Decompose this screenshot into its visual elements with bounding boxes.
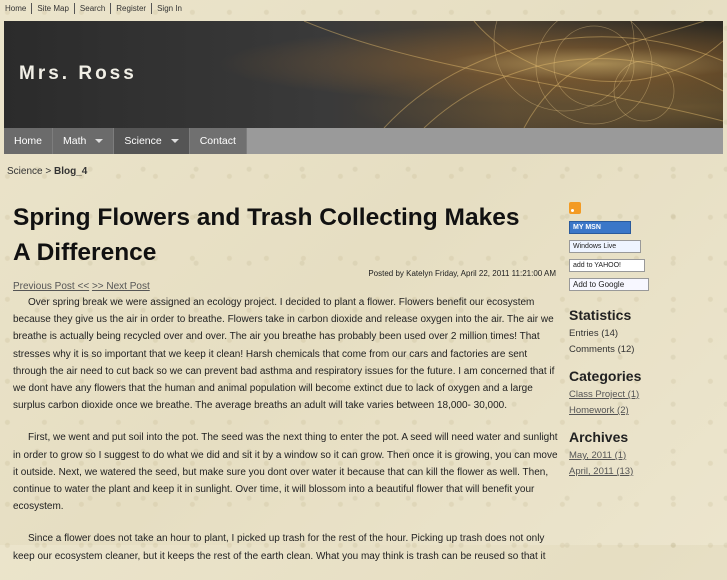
comments-count: Comments (12): [569, 344, 635, 355]
breadcrumb-separator: >: [45, 166, 52, 177]
archive-link[interactable]: April, 2011 (13): [569, 464, 719, 480]
post-content: Spring Flowers and Trash Collecting Make…: [13, 200, 558, 562]
add-to-msn-button[interactable]: MY MSN: [569, 221, 631, 234]
categories-heading: Categories: [569, 368, 642, 384]
toplink-register[interactable]: Register: [110, 3, 151, 14]
category-link[interactable]: Homework (2): [569, 403, 719, 419]
post-title: Spring Flowers and Trash Collecting Make…: [13, 204, 520, 266]
entries-count: Entries (14): [569, 328, 619, 339]
breadcrumb: Science > Blog_4: [7, 166, 87, 177]
nav-contact-label: Contact: [199, 135, 236, 147]
add-to-windows-live-button[interactable]: Windows Live: [569, 240, 641, 253]
post-paragraph: Since a flower does not take an hour to …: [13, 533, 546, 562]
archives-heading: Archives: [569, 429, 629, 445]
rss-feed-icon[interactable]: [569, 202, 581, 214]
nav-contact[interactable]: Contact: [189, 128, 247, 154]
nav-home[interactable]: Home: [4, 128, 54, 154]
sidebar: MY MSN Windows Live add to YAHOO! Add to…: [569, 202, 719, 480]
category-link[interactable]: Class Project (1): [569, 387, 719, 403]
nav-math-label: Math: [63, 135, 87, 147]
previous-post-link[interactable]: Previous Post <<: [13, 281, 89, 292]
chevron-down-icon: [95, 139, 104, 143]
breadcrumb-parent[interactable]: Science: [7, 166, 43, 177]
next-post-link[interactable]: >> Next Post: [92, 281, 150, 292]
toplink-sign-in[interactable]: Sign In: [151, 3, 187, 14]
post-body: Over spring break we were assigned an ec…: [13, 294, 558, 580]
nav-science[interactable]: Science: [114, 128, 190, 154]
post-navigation: Previous Post << >> Next Post: [13, 281, 150, 292]
top-links: Home Site Map Search Register Sign In: [5, 3, 187, 14]
add-to-yahoo-button[interactable]: add to YAHOO!: [569, 259, 645, 272]
breadcrumb-current: Blog_4: [53, 166, 88, 177]
site-header: Mrs. Ross: [4, 21, 723, 128]
archive-link[interactable]: May, 2011 (1): [569, 448, 719, 464]
nav-home-label: Home: [14, 135, 43, 147]
chevron-down-icon: [170, 139, 179, 143]
nav-math[interactable]: Math: [53, 128, 115, 154]
main-nav: Home Math Science Contact: [4, 128, 723, 154]
post-paragraph: First, we went and put soil into the pot…: [13, 432, 558, 513]
toplink-home[interactable]: Home: [5, 3, 31, 14]
add-to-google-button[interactable]: Add to Google: [569, 278, 649, 291]
post-meta: Posted by Katelyn Friday, April 22, 2011…: [368, 269, 556, 278]
toplink-site-map[interactable]: Site Map: [31, 3, 74, 14]
site-title[interactable]: Mrs. Ross: [19, 63, 137, 85]
statistics-heading: Statistics: [569, 307, 632, 323]
toplink-search[interactable]: Search: [73, 3, 110, 14]
post-paragraph: Over spring break we were assigned an ec…: [13, 297, 555, 412]
nav-science-label: Science: [124, 135, 162, 147]
